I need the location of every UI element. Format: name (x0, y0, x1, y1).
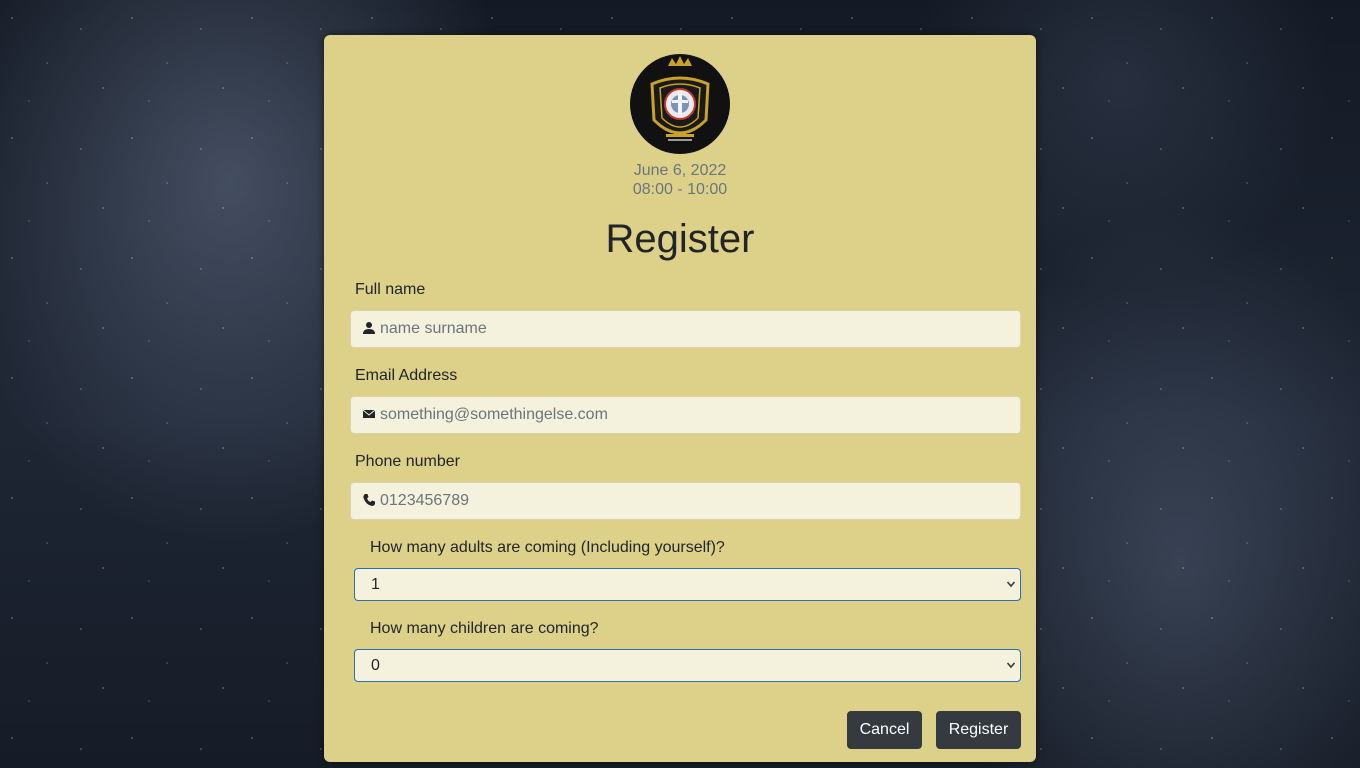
page-title: Register (605, 217, 755, 261)
email-label: Email Address (355, 367, 458, 384)
adults-select[interactable]: 1 (354, 568, 1021, 601)
email-input[interactable] (380, 397, 1012, 433)
event-time: 08:00 - 10:00 (632, 181, 728, 198)
registration-card: June 6, 2022 08:00 - 10:00 Register Full… (324, 35, 1036, 762)
phone-field[interactable] (350, 482, 1021, 520)
full-name-field[interactable] (350, 310, 1021, 348)
cancel-button[interactable]: Cancel (847, 711, 922, 749)
register-button[interactable]: Register (936, 711, 1021, 749)
adults-label: How many adults are coming (Including yo… (370, 539, 725, 556)
event-date: June 6, 2022 (633, 162, 727, 179)
envelope-icon (362, 409, 376, 418)
full-name-label: Full name (355, 281, 426, 298)
email-field[interactable] (350, 396, 1021, 434)
full-name-input[interactable] (380, 311, 1012, 347)
adults-selected-value: 1 (371, 576, 380, 593)
ministry-logo (630, 54, 730, 154)
person-icon (363, 322, 375, 334)
children-select[interactable]: 0 (354, 649, 1021, 682)
chevron-down-icon (1006, 581, 1016, 588)
phone-label: Phone number (355, 453, 460, 470)
children-selected-value: 0 (371, 657, 380, 674)
chevron-down-icon (1006, 662, 1016, 669)
phone-icon (363, 494, 375, 506)
phone-input[interactable] (380, 483, 1012, 519)
children-label: How many children are coming? (370, 620, 599, 637)
